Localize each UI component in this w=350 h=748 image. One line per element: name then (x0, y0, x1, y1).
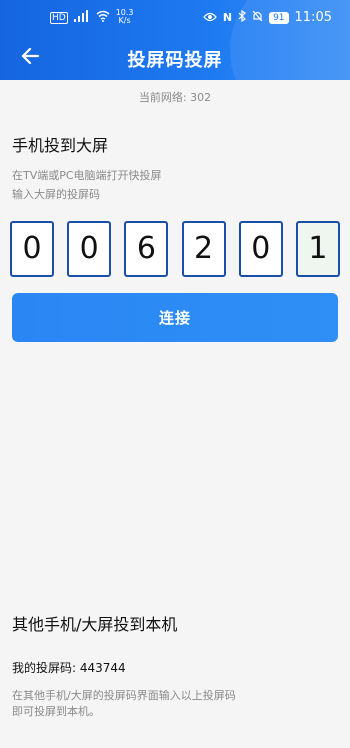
code-digit-box-active[interactable]: 1 (295, 221, 340, 277)
hint-line: 在其他手机/大屏的投屏码界面输入以上投屏码 (12, 689, 236, 702)
hint-line: 在TV端或PC电脑端打开快投屏 (12, 169, 162, 182)
screen-to-phone-hint: 在其他手机/大屏的投屏码界面输入以上投屏码 即可投屏到本机。 (12, 688, 236, 720)
eye-icon (203, 11, 217, 25)
status-left: HD 10.3 K/s (50, 8, 134, 25)
phone-to-screen-hint: 在TV端或PC电脑端打开快投屏 输入大屏的投屏码 (12, 166, 162, 204)
code-digit-box[interactable]: 2 (181, 221, 226, 277)
my-screen-code: 我的投屏码: 443744 (12, 661, 126, 675)
code-input-row: 0 0 6 2 0 1 (10, 221, 340, 277)
wifi-icon (96, 10, 110, 25)
code-digit-box[interactable]: 6 (124, 221, 169, 277)
mute-bell-icon (252, 10, 263, 25)
network-type-label: HD (50, 11, 68, 24)
screen-to-phone-title: 其他手机/大屏投到本机 (12, 615, 178, 634)
page-title: 投屏码投屏 (127, 50, 223, 71)
header-bar: HD 10.3 K/s N 91 11:05 投屏码投屏 (0, 0, 350, 80)
nfc-icon: N (222, 11, 233, 24)
battery-indicator: 91 (269, 11, 289, 24)
code-digit-box[interactable]: 0 (10, 221, 54, 277)
bluetooth-icon (238, 9, 247, 25)
net-speed: 10.3 K/s (116, 8, 134, 25)
nav-bar: 投屏码投屏 (0, 36, 350, 80)
current-network: 当前网络: 302 (138, 91, 212, 104)
signal-icon (73, 10, 90, 25)
hint-line: 输入大屏的投屏码 (12, 188, 100, 201)
code-digit-box[interactable]: 0 (67, 221, 112, 277)
code-digit-box[interactable]: 0 (238, 221, 283, 277)
net-speed-unit: K/s (118, 15, 131, 25)
status-right: N 91 11:05 (203, 9, 332, 25)
connect-button[interactable]: 连接 (12, 293, 338, 342)
phone-to-screen-title: 手机投到大屏 (12, 136, 109, 155)
clock: 11:05 (294, 10, 332, 25)
hint-line: 即可投屏到本机。 (12, 705, 100, 718)
status-bar: HD 10.3 K/s N 91 11:05 (0, 0, 350, 36)
